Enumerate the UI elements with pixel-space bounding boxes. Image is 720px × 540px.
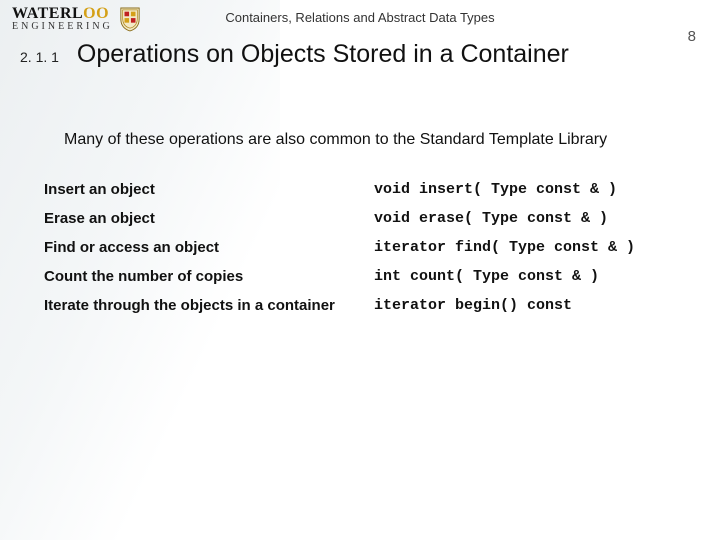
table-row: Insert an object void insert( Type const… bbox=[40, 175, 680, 204]
intro-text: Many of these operations are also common… bbox=[64, 129, 680, 151]
op-signature: iterator find( Type const & ) bbox=[370, 233, 680, 262]
logo-wordmark-top: WATERLOO bbox=[12, 7, 113, 21]
op-signature: void insert( Type const & ) bbox=[370, 175, 680, 204]
operations-table: Insert an object void insert( Type const… bbox=[40, 175, 680, 320]
op-desc: Count the number of copies bbox=[40, 262, 370, 291]
op-desc: Insert an object bbox=[40, 175, 370, 204]
table-row: Find or access an object iterator find( … bbox=[40, 233, 680, 262]
table-row: Count the number of copies int count( Ty… bbox=[40, 262, 680, 291]
crest-icon bbox=[119, 6, 141, 32]
op-desc: Iterate through the objects in a contain… bbox=[40, 291, 370, 320]
section-number: 2. 1. 1 bbox=[20, 49, 59, 65]
op-signature: iterator begin() const bbox=[370, 291, 680, 320]
table-row: Erase an object void erase( Type const &… bbox=[40, 204, 680, 233]
op-desc: Erase an object bbox=[40, 204, 370, 233]
op-signature: void erase( Type const & ) bbox=[370, 204, 680, 233]
logo-wordmark-bottom: ENGINEERING bbox=[12, 22, 113, 31]
waterloo-logo: WATERLOO ENGINEERING bbox=[12, 6, 141, 32]
op-signature: int count( Type const & ) bbox=[370, 262, 680, 291]
page-title: Operations on Objects Stored in a Contai… bbox=[77, 40, 569, 69]
title-row: 2. 1. 1 Operations on Objects Stored in … bbox=[0, 32, 720, 69]
table-row: Iterate through the objects in a contain… bbox=[40, 291, 680, 320]
header: WATERLOO ENGINEERING bbox=[0, 0, 720, 32]
op-desc: Find or access an object bbox=[40, 233, 370, 262]
